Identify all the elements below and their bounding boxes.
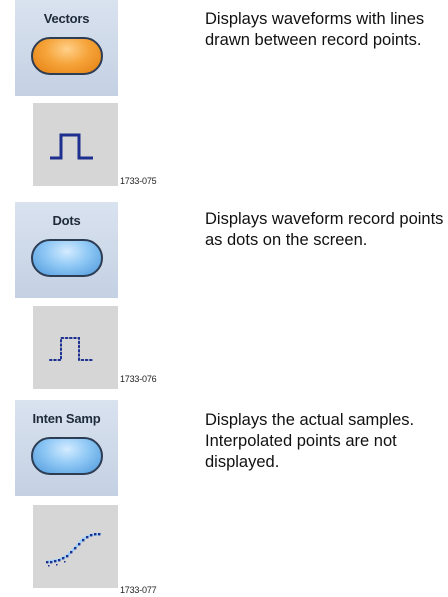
inten-samp-button-label: Inten Samp: [32, 411, 101, 426]
vectors-waveform-icon: [33, 103, 118, 186]
dots-button-label: Dots: [52, 213, 81, 228]
vectors-button-label: Vectors: [43, 11, 90, 26]
vectors-button-panel: Vectors: [15, 0, 118, 96]
vectors-description: Displays waveforms with lines drawn betw…: [205, 10, 425, 49]
inten-samp-figure-code: 1733-077: [120, 585, 157, 595]
dots-figure-code: 1733-076: [120, 374, 157, 384]
inten-samp-button-panel: Inten Samp: [15, 400, 118, 496]
inten-samp-button[interactable]: [31, 437, 103, 475]
inten-samp-description: Displays the actual samples. Interpolate…: [205, 411, 415, 471]
vectors-button[interactable]: [31, 37, 103, 75]
vectors-figure-code: 1733-075: [120, 176, 157, 186]
dots-waveform-icon: [33, 306, 118, 389]
dots-button-panel: Dots: [15, 202, 118, 298]
inten-samp-waveform-icon: [33, 505, 118, 588]
dots-description: Displays waveform record points as dots …: [205, 210, 444, 249]
dots-button[interactable]: [31, 239, 103, 277]
